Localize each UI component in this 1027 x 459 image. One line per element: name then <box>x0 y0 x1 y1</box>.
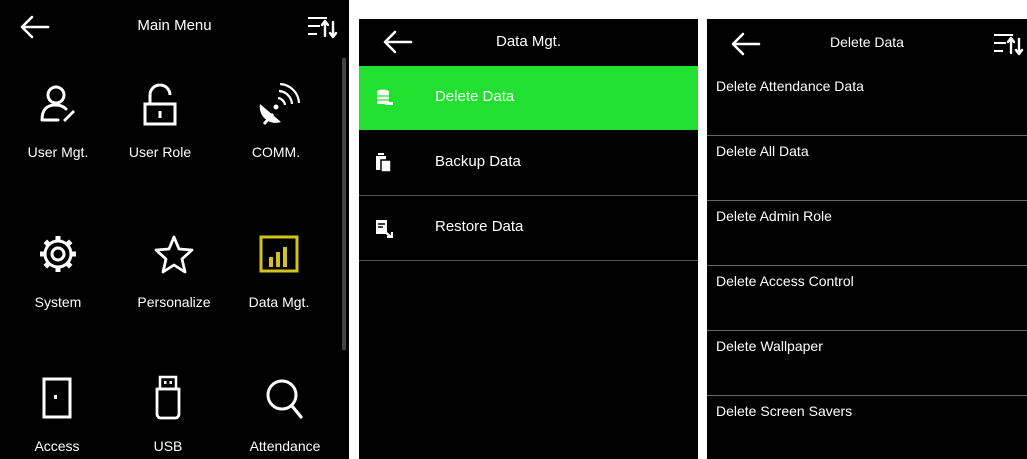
page-title: Delete Data <box>830 34 904 50</box>
menu-item-system[interactable]: System <box>8 230 108 310</box>
list-item-label: Delete Wallpaper <box>716 338 823 354</box>
scrollbar[interactable] <box>342 58 346 350</box>
list-item-delete-admin-role[interactable]: Delete Admin Role <box>707 201 1027 266</box>
header: Data Mgt. <box>359 19 698 65</box>
sort-icon[interactable] <box>305 12 339 42</box>
list-item-delete-attendance-data[interactable]: Delete Attendance Data <box>707 71 1027 136</box>
restore-icon <box>376 220 393 238</box>
list-item-delete-screen-savers[interactable]: Delete Screen Savers <box>707 396 1027 459</box>
menu-item-label: Data Mgt. <box>248 294 310 310</box>
header: Delete Data <box>707 19 1027 69</box>
satellite-dish-icon <box>259 82 301 126</box>
search-icon <box>266 379 303 419</box>
menu-item-comm[interactable]: COMM. <box>226 80 326 160</box>
list-item-label: Delete Attendance Data <box>716 78 864 94</box>
menu-item-attendance[interactable]: Attendance <box>235 374 335 454</box>
menu-item-label: Access <box>34 438 80 454</box>
data-mgt-screen: Data Mgt. Delete Data Backup Data Restor… <box>359 19 698 459</box>
menu-item-data-mgt[interactable]: Data Mgt. <box>229 230 329 310</box>
menu-item-label: Personalize <box>137 294 211 310</box>
menu-item-user-mgt[interactable]: User Mgt. <box>8 80 108 160</box>
delete-data-screen: Delete Data Delete Attendance Data Delet… <box>707 19 1027 459</box>
menu-item-label: USB <box>153 438 183 454</box>
list-item-delete-wallpaper[interactable]: Delete Wallpaper <box>707 331 1027 396</box>
header: Main Menu <box>0 0 349 52</box>
list-item-delete-access-control[interactable]: Delete Access Control <box>707 266 1027 331</box>
lock-icon <box>143 83 177 126</box>
user-icon <box>40 85 75 122</box>
door-icon <box>42 377 72 419</box>
list-item-label: Restore Data <box>435 218 524 235</box>
list-item-label: Delete All Data <box>716 143 809 159</box>
page-title: Data Mgt. <box>495 33 562 50</box>
list-item-delete-all-data[interactable]: Delete All Data <box>707 136 1027 201</box>
backup-icon <box>376 153 392 173</box>
delete-database-icon <box>377 89 393 105</box>
page-title: Main Menu <box>137 17 212 34</box>
list-item-label: Delete Admin Role <box>716 208 832 224</box>
list-item-restore-data[interactable]: Restore Data <box>359 196 698 261</box>
list-item-delete-data[interactable]: Delete Data <box>359 66 698 130</box>
list-item-backup-data[interactable]: Backup Data <box>359 131 698 196</box>
gear-icon <box>40 236 76 272</box>
bar-chart-icon <box>259 235 299 273</box>
list-item-label: Delete Data <box>435 88 515 105</box>
menu-item-usb[interactable]: USB <box>118 374 218 454</box>
menu-item-access[interactable]: Access <box>7 374 107 454</box>
main-menu-screen: Main Menu User Mgt. User Role COMM. Syst… <box>0 0 349 459</box>
menu-item-label: Attendance <box>249 438 321 454</box>
sort-icon[interactable] <box>991 29 1025 59</box>
list-item-label: Delete Screen Savers <box>716 403 853 419</box>
menu-item-label: User Mgt. <box>27 144 89 160</box>
list-item-label: Backup Data <box>435 153 521 170</box>
menu-item-label: COMM. <box>251 144 301 160</box>
usb-drive-icon <box>155 375 181 420</box>
menu-item-label: User Role <box>128 144 192 160</box>
menu-item-personalize[interactable]: Personalize <box>124 230 224 310</box>
list-item-label: Delete Access Control <box>716 273 854 289</box>
star-icon <box>154 235 194 274</box>
menu-item-user-role[interactable]: User Role <box>110 80 210 160</box>
menu-item-label: System <box>34 294 82 310</box>
